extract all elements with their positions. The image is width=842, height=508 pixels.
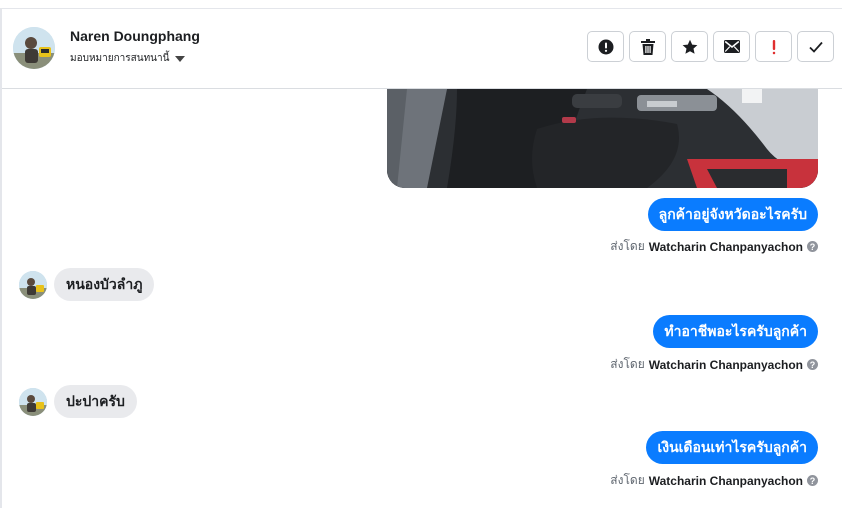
car-interior-photo	[387, 89, 818, 188]
contact-avatar[interactable]	[13, 27, 55, 69]
outgoing-message[interactable]: ลูกค้าอยู่จังหวัดอะไรครับ	[647, 198, 818, 231]
incoming-message[interactable]: หนองบัวลำภู	[54, 268, 155, 301]
message-text: ปะปาครับ	[66, 392, 125, 409]
trash-icon	[640, 38, 655, 55]
star-icon	[682, 39, 697, 54]
sent-by-prefix: ส่งโดย	[610, 357, 645, 371]
message-text: เงินเดือนเท่าไรครับลูกค้า	[657, 438, 807, 455]
message-text: ลูกค้าอยู่จังหวัดอะไรครับ	[658, 205, 807, 222]
exclamation-icon	[772, 39, 775, 54]
message-thread[interactable]: ลูกค้าอยู่จังหวัดอะไรครับ ส่งโดย Watchar…	[2, 89, 842, 508]
star-button[interactable]	[671, 31, 708, 62]
agent-name[interactable]: Watcharin Chanpanyachon	[649, 240, 803, 254]
header-actions	[587, 31, 834, 62]
help-icon[interactable]: ?	[807, 241, 818, 252]
contact-avatar-small[interactable]	[19, 387, 47, 416]
contact-name[interactable]: Naren Doungphang	[70, 28, 200, 44]
conversation-header: Naren Doungphang มอบหมายการสนทนานี้	[2, 9, 842, 89]
message-text: ทำอาชีพอะไรครับลูกค้า	[664, 322, 807, 339]
outgoing-message[interactable]: เงินเดือนเท่าไรครับลูกค้า	[646, 431, 818, 464]
mark-important-button[interactable]	[755, 31, 792, 62]
checkmark-icon	[808, 41, 823, 53]
envelope-icon	[723, 40, 740, 53]
sent-by-label: ส่งโดย Watcharin Chanpanyachon ?	[610, 237, 818, 256]
message-image[interactable]	[387, 89, 818, 188]
top-divider	[0, 0, 842, 9]
agent-name[interactable]: Watcharin Chanpanyachon	[649, 358, 803, 372]
chevron-down-icon	[175, 55, 186, 62]
sent-by-prefix: ส่งโดย	[610, 239, 645, 253]
sent-by-label: ส่งโดย Watcharin Chanpanyachon ?	[610, 355, 818, 374]
agent-name[interactable]: Watcharin Chanpanyachon	[649, 474, 803, 488]
help-icon[interactable]: ?	[807, 475, 818, 486]
incoming-message[interactable]: ปะปาครับ	[54, 385, 137, 418]
assign-conversation-dropdown[interactable]: มอบหมายการสนทนานี้	[70, 51, 186, 66]
sent-by-prefix: ส่งโดย	[610, 473, 645, 487]
help-icon[interactable]: ?	[807, 359, 818, 370]
delete-button[interactable]	[629, 31, 666, 62]
mark-unread-button[interactable]	[713, 31, 750, 62]
conversation-window: Naren Doungphang มอบหมายการสนทนานี้ ลูกค…	[0, 0, 842, 508]
alert-circle-icon	[598, 39, 613, 54]
incoming-message-row: หนองบัวลำภู	[19, 268, 155, 301]
sent-by-label: ส่งโดย Watcharin Chanpanyachon ?	[610, 471, 818, 490]
incoming-message-row: ปะปาครับ	[19, 385, 137, 418]
mark-spam-button[interactable]	[587, 31, 624, 62]
outgoing-message[interactable]: ทำอาชีพอะไรครับลูกค้า	[653, 315, 818, 348]
mark-done-button[interactable]	[797, 31, 834, 62]
message-text: หนองบัวลำภู	[66, 275, 143, 292]
assign-label: มอบหมายการสนทนานี้	[70, 53, 170, 64]
contact-avatar-small[interactable]	[19, 270, 47, 299]
